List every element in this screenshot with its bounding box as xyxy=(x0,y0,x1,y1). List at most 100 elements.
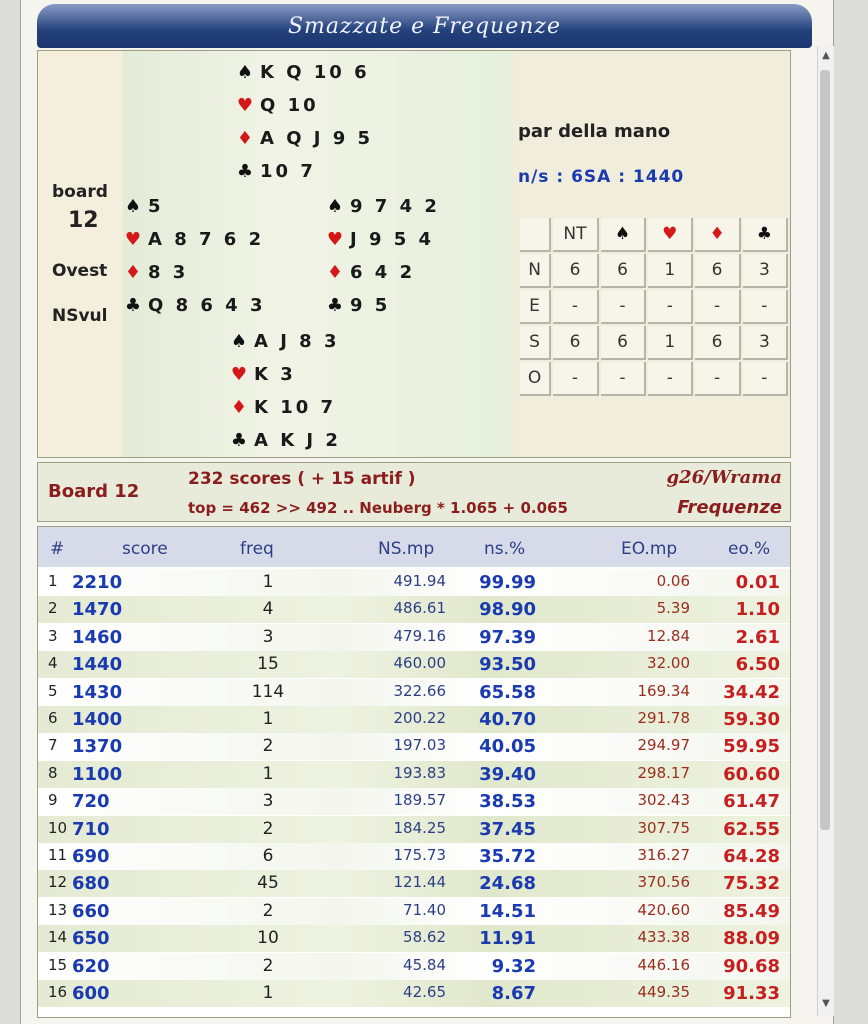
table-row: 6 1400 1 200.22 40.70 291.78 59.30 xyxy=(38,706,790,733)
row-ns-mp: 45.84 xyxy=(403,955,446,974)
tricks-table: NT ♠ ♥ ♦ ♣ N 6 6 1 6 3 E - - - - - S 6 6… xyxy=(518,216,790,398)
club-icon: ♣ xyxy=(326,295,344,316)
west-hand: ♠ 5 ♥ A 8 7 6 2 ♦ 8 3 ♣ Q 8 6 4 3 xyxy=(122,190,265,322)
spade-icon: ♠ xyxy=(230,331,248,352)
row-freq: 6 xyxy=(262,846,274,866)
row-score: 710 xyxy=(72,818,110,840)
par-title: par della mano xyxy=(518,121,671,142)
row-rank: 13 xyxy=(48,900,68,919)
diamond-icon: ♦ xyxy=(124,262,142,283)
row-ns-mp: 175.73 xyxy=(393,846,447,864)
row-freq: 2 xyxy=(262,900,274,921)
header-score: score xyxy=(122,539,168,559)
row-eo-pct: 90.68 xyxy=(723,955,780,977)
row-freq: 114 xyxy=(251,681,285,702)
row-ns-mp: 71.40 xyxy=(403,900,446,919)
table-row: 12 680 45 121.44 24.68 370.56 75.32 xyxy=(38,870,790,898)
row-eo-pct: 59.95 xyxy=(723,736,780,758)
row-rank: 5 xyxy=(48,681,58,700)
spade-icon: ♠ xyxy=(600,218,647,252)
row-eo-mp: 294.97 xyxy=(637,736,691,755)
row-score: 1100 xyxy=(72,763,123,785)
row-eo-mp: 307.75 xyxy=(637,818,691,837)
row-rank: 7 xyxy=(48,736,58,755)
row-score: 2210 xyxy=(72,572,123,593)
row-ns-pct: 40.05 xyxy=(479,736,536,758)
row-score: 1400 xyxy=(72,709,123,730)
table-row: 16 600 1 42.65 8.67 449.35 91.33 xyxy=(38,980,790,1007)
table-row: 11 690 6 175.73 35.72 316.27 64.28 xyxy=(38,843,790,870)
table-row: 13 660 2 71.40 14.51 420.60 85.49 xyxy=(38,897,790,925)
row-ns-mp: 460.00 xyxy=(393,654,447,673)
row-rank: 11 xyxy=(48,846,68,864)
row-ns-pct: 39.40 xyxy=(479,763,536,785)
spade-icon: ♠ xyxy=(326,196,344,217)
page-title: Smazzate e Frequenze xyxy=(37,4,812,48)
row-rank: 3 xyxy=(48,626,58,645)
row-eo-pct: 61.47 xyxy=(723,791,780,813)
header-rank: # xyxy=(50,539,65,559)
row-eo-pct: 2.61 xyxy=(735,626,780,648)
row-eo-mp: 420.60 xyxy=(637,900,691,919)
top-formula: top = 462 >> 492 .. Neuberg * 1.065 + 0.… xyxy=(188,499,568,517)
table-row: 10 710 2 184.25 37.45 307.75 62.55 xyxy=(38,815,790,843)
scroll-up-icon[interactable]: ▲ xyxy=(821,50,831,62)
row-ns-pct: 11.91 xyxy=(479,928,536,950)
diamond-icon: ♦ xyxy=(695,218,741,252)
row-score: 690 xyxy=(72,846,110,867)
row-rank: 15 xyxy=(48,955,68,974)
row-ns-mp: 58.62 xyxy=(403,928,446,947)
row-ns-pct: 9.32 xyxy=(491,955,536,977)
header-ns-pct: ns.% xyxy=(484,539,526,559)
row-eo-mp: 316.27 xyxy=(637,846,691,864)
row-freq: 1 xyxy=(262,709,274,729)
dealer-label: Ovest xyxy=(52,261,108,281)
header-eo-mp: EO.mp xyxy=(621,539,678,559)
row-ns-pct: 98.90 xyxy=(479,599,536,621)
table-row: 1 2210 1 491.94 99.99 0.06 0.01 xyxy=(38,569,790,596)
diamond-icon: ♦ xyxy=(326,262,344,283)
table-row: 4 1440 15 460.00 93.50 32.00 6.50 xyxy=(38,651,790,679)
south-hand: ♠ A J 8 3 ♥ K 3 ♦ K 10 7 ♣ A K J 2 xyxy=(228,325,341,457)
row-eo-pct: 59.30 xyxy=(723,709,780,730)
row-eo-pct: 91.33 xyxy=(723,983,780,1004)
spade-icon: ♠ xyxy=(124,196,142,217)
scroll-down-icon[interactable]: ▼ xyxy=(821,998,831,1010)
row-eo-mp: 32.00 xyxy=(647,654,690,673)
row-ns-pct: 65.58 xyxy=(479,681,536,703)
board-title: Board 12 xyxy=(48,481,140,502)
tricks-row-south: S 6 6 1 6 3 xyxy=(520,326,788,360)
table-row: 15 620 2 45.84 9.32 446.16 90.68 xyxy=(38,952,790,980)
row-eo-mp: 12.84 xyxy=(647,626,690,645)
row-rank: 6 xyxy=(48,709,58,727)
row-rank: 2 xyxy=(48,599,58,618)
row-score: 1430 xyxy=(72,681,123,703)
north-hand: ♠ K Q 10 6 ♥ Q 10 ♦ A Q J 9 5 ♣ 10 7 xyxy=(234,56,373,188)
scores-count: 232 scores ( + 15 artif ) xyxy=(188,469,416,489)
row-ns-pct: 38.53 xyxy=(479,791,536,813)
row-ns-mp: 200.22 xyxy=(393,709,447,727)
table-row: 2 1470 4 486.61 98.90 5.39 1.10 xyxy=(38,596,790,624)
row-eo-mp: 302.43 xyxy=(637,791,691,810)
row-score: 680 xyxy=(72,873,110,895)
row-freq: 2 xyxy=(262,955,274,976)
header-eo-pct: eo.% xyxy=(728,539,771,559)
row-eo-pct: 85.49 xyxy=(723,900,780,922)
heart-icon: ♥ xyxy=(236,95,254,116)
scrollbar-thumb[interactable] xyxy=(820,70,830,830)
row-score: 1470 xyxy=(72,599,123,621)
table-row: 7 1370 2 197.03 40.05 294.97 59.95 xyxy=(38,733,790,761)
row-freq: 10 xyxy=(257,928,279,949)
east-hand: ♠ 9 7 4 2 ♥ J 9 5 4 ♦ 6 4 2 ♣ 9 5 xyxy=(324,190,440,322)
row-eo-mp: 446.16 xyxy=(637,955,691,974)
table-row: 3 1460 3 479.16 97.39 12.84 2.61 xyxy=(38,623,790,651)
tricks-header-row: NT ♠ ♥ ♦ ♣ xyxy=(520,218,788,252)
board-number: 12 xyxy=(68,208,99,233)
club-icon: ♣ xyxy=(236,161,254,182)
row-freq: 45 xyxy=(257,873,279,894)
tricks-row-north: N 6 6 1 6 3 xyxy=(520,254,788,288)
heart-icon: ♥ xyxy=(230,364,248,385)
row-eo-mp: 0.06 xyxy=(656,572,690,590)
row-freq: 1 xyxy=(262,572,274,592)
table-row: 14 650 10 58.62 11.91 433.38 88.09 xyxy=(38,925,790,953)
